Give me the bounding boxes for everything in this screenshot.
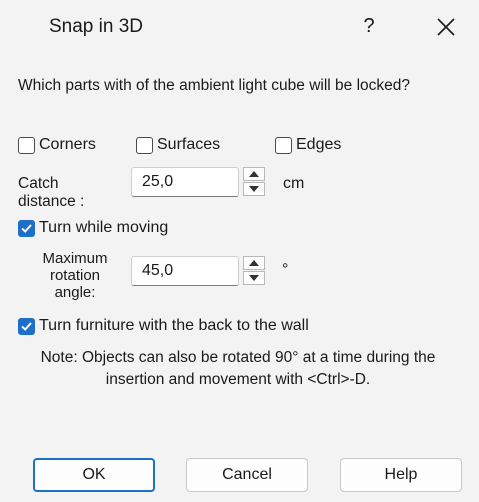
corners-checkbox-box[interactable] <box>18 136 35 154</box>
catch-distance-input[interactable]: 25,0 <box>131 167 239 197</box>
checkmark-icon <box>21 321 32 331</box>
snap-in-3d-dialog: Snap in 3D ? Which parts with of the amb… <box>0 0 479 502</box>
catch-distance-down-icon[interactable] <box>243 182 265 196</box>
surfaces-checkbox-box[interactable] <box>136 136 153 154</box>
corners-checkbox[interactable]: Corners <box>18 136 96 154</box>
edges-label: Edges <box>296 136 342 153</box>
surfaces-label: Surfaces <box>157 136 221 153</box>
max-rotation-spinner[interactable] <box>243 256 265 286</box>
max-rotation-unit: ° <box>282 261 289 278</box>
max-rotation-down-icon[interactable] <box>243 271 265 285</box>
help-question-icon[interactable]: ? <box>358 14 380 38</box>
turn-furniture-checkbox[interactable]: Turn furniture with the back to the wall <box>18 317 309 335</box>
catch-distance-value: 25,0 <box>142 173 174 190</box>
close-icon[interactable] <box>434 15 458 39</box>
turn-while-moving-checkbox-box[interactable] <box>18 219 35 237</box>
window-title: Snap in 3D <box>49 16 144 37</box>
cancel-button[interactable]: Cancel <box>186 458 308 492</box>
surfaces-checkbox[interactable]: Surfaces <box>136 136 220 154</box>
turn-furniture-checkbox-box[interactable] <box>18 317 35 335</box>
ok-button[interactable]: OK <box>33 458 155 492</box>
turn-furniture-label: Turn furniture with the back to the wall <box>39 317 309 334</box>
catch-distance-label: Catch distance : <box>18 175 85 210</box>
catch-distance-spinner[interactable] <box>243 167 265 197</box>
turn-while-moving-checkbox[interactable]: Turn while moving <box>18 219 168 237</box>
max-rotation-label: Maximum rotation angle: <box>42 250 108 301</box>
help-button[interactable]: Help <box>340 458 462 492</box>
edges-checkbox-box[interactable] <box>275 136 292 154</box>
catch-distance-unit: cm <box>283 175 305 192</box>
max-rotation-value: 45,0 <box>142 262 174 279</box>
max-rotation-input[interactable]: 45,0 <box>131 256 239 286</box>
checkmark-icon <box>21 223 32 233</box>
note-text: Note: Objects can also be rotated 90° at… <box>40 349 436 388</box>
turn-while-moving-label: Turn while moving <box>39 219 169 236</box>
question-text: Which parts with of the ambient light cu… <box>18 77 411 94</box>
catch-distance-up-icon[interactable] <box>243 167 265 181</box>
corners-label: Corners <box>39 136 96 153</box>
edges-checkbox[interactable]: Edges <box>275 136 341 154</box>
title-bar[interactable]: Snap in 3D ? <box>0 0 479 58</box>
max-rotation-up-icon[interactable] <box>243 256 265 270</box>
